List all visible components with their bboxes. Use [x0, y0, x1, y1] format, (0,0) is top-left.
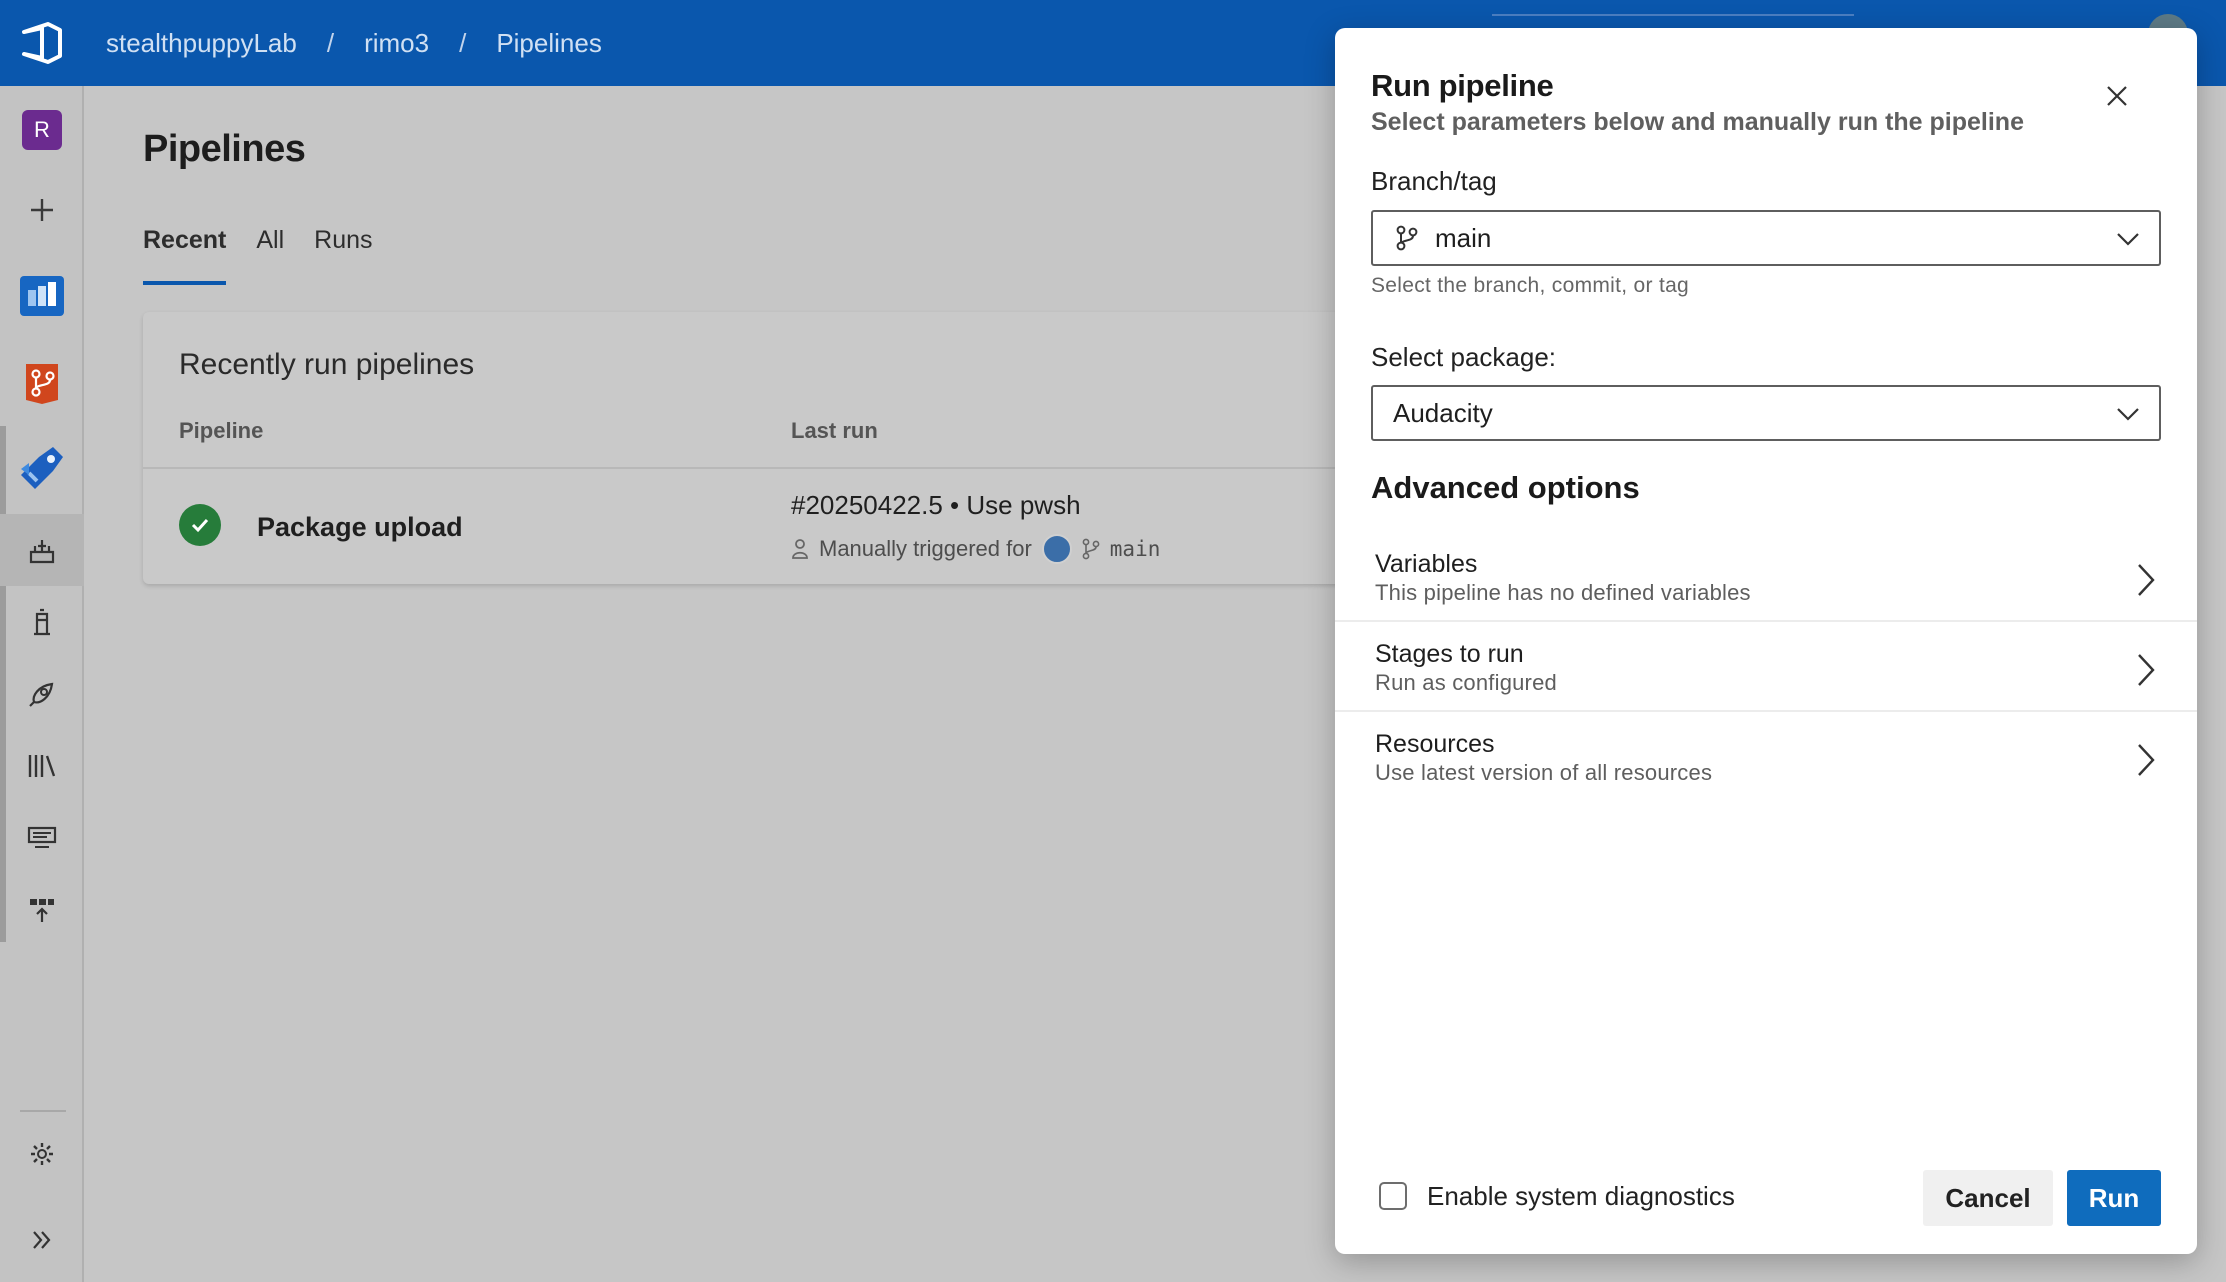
- nav-library[interactable]: [0, 730, 84, 802]
- breadcrumb-separator: /: [459, 27, 467, 58]
- chevron-right-icon: [2138, 564, 2155, 596]
- pipeline-name[interactable]: Package upload: [257, 512, 463, 543]
- nav-task-groups[interactable]: [0, 802, 84, 874]
- pipelines-list-icon: [29, 540, 55, 564]
- breadcrumb-separator: /: [326, 27, 335, 58]
- diagnostics-checkbox[interactable]: [1379, 1182, 1407, 1210]
- deployment-groups-icon: [30, 899, 54, 922]
- trigger-text: Manually triggered for: [819, 536, 1032, 561]
- table-divider: [143, 467, 1343, 469]
- project-settings-button[interactable]: [0, 1118, 84, 1190]
- option-variables[interactable]: Variables This pipeline has no defined v…: [1335, 534, 2197, 622]
- repos-icon: [26, 364, 58, 404]
- run-button[interactable]: Run: [2067, 1170, 2161, 1226]
- tab-runs[interactable]: Runs: [314, 226, 372, 271]
- breadcrumb-project[interactable]: rimo3: [364, 28, 429, 59]
- run-name[interactable]: #20250422.5 • Use pwsh: [791, 490, 1081, 521]
- diagnostics-label[interactable]: Enable system diagnostics: [1427, 1181, 1735, 1212]
- success-status-icon: [179, 504, 221, 546]
- pipeline-tabs: Recent All Runs: [143, 226, 373, 285]
- option-stages-to-run[interactable]: Stages to run Run as configured: [1335, 624, 2197, 712]
- cancel-button[interactable]: Cancel: [1923, 1170, 2053, 1226]
- search-box[interactable]: [1492, 14, 1854, 24]
- nav-environments[interactable]: [0, 586, 84, 658]
- nav-repos[interactable]: [0, 346, 84, 418]
- plus-icon: [31, 199, 53, 221]
- option-resources[interactable]: Resources Use latest version of all reso…: [1335, 714, 2197, 802]
- library-icon: [28, 755, 56, 777]
- nav-releases[interactable]: [0, 658, 84, 730]
- package-value: Audacity: [1393, 397, 1493, 428]
- boards-icon: [20, 276, 64, 316]
- dialog-title: Run pipeline: [1371, 68, 1554, 103]
- option-title: Stages to run: [1375, 640, 1524, 668]
- tab-recent[interactable]: Recent: [143, 226, 227, 285]
- card-title: Recently run pipelines: [179, 348, 475, 381]
- branch-dropdown[interactable]: main: [1371, 210, 2161, 266]
- nav-boards[interactable]: [0, 260, 84, 332]
- nav-deployment-groups[interactable]: [0, 874, 84, 946]
- chevron-down-icon: [2117, 233, 2139, 246]
- branch-value: main: [1435, 222, 1492, 253]
- branch-icon: [1396, 225, 1418, 251]
- branch-icon: [1082, 538, 1100, 560]
- pipelines-icon: [21, 447, 63, 489]
- package-dropdown[interactable]: Audacity: [1371, 385, 2161, 441]
- project-avatar: R: [22, 110, 62, 150]
- dialog-subtitle: Select parameters below and manually run…: [1371, 108, 2024, 136]
- page-title: Pipelines: [143, 128, 306, 170]
- breadcrumb: stealthpuppyLab / rimo3 / Pipelines: [106, 0, 602, 86]
- option-title: Variables: [1375, 550, 1478, 578]
- option-title: Resources: [1375, 730, 1495, 758]
- branch-name: main: [1109, 537, 1161, 561]
- nav-pipelines[interactable]: [0, 432, 84, 504]
- option-description: Use latest version of all resources: [1375, 760, 1713, 785]
- task-groups-icon: [27, 826, 57, 848]
- run-meta: Manually triggered for main: [791, 534, 1160, 564]
- breadcrumb-org[interactable]: stealthpuppyLab: [106, 28, 297, 59]
- option-description: This pipeline has no defined variables: [1375, 580, 1751, 605]
- nav-pipelines-list[interactable]: [0, 514, 84, 586]
- close-button[interactable]: [2093, 72, 2141, 120]
- user-avatar: [1041, 534, 1072, 564]
- branch-helper-text: Select the branch, commit, or tag: [1371, 274, 1690, 297]
- person-icon: [792, 539, 808, 559]
- expand-chevrons-icon: [33, 1231, 51, 1249]
- recent-pipelines-card: Recently run pipelines Pipeline Last run…: [143, 312, 1343, 584]
- releases-icon: [29, 682, 54, 707]
- chevron-down-icon: [2117, 408, 2139, 421]
- expand-rail-button[interactable]: [0, 1204, 84, 1276]
- package-label: Select package:: [1371, 342, 1557, 372]
- project-button[interactable]: R: [0, 94, 84, 166]
- option-description: Run as configured: [1375, 670, 1557, 695]
- environments-icon: [34, 608, 50, 636]
- column-header-pipeline: Pipeline: [179, 418, 264, 443]
- tab-all[interactable]: All: [256, 226, 284, 271]
- advanced-options-heading: Advanced options: [1371, 470, 1640, 505]
- run-pipeline-dialog: Run pipeline Select parameters below and…: [1335, 28, 2197, 1254]
- settings-gear-icon: [31, 1143, 53, 1165]
- chevron-right-icon: [2138, 744, 2155, 776]
- chevron-right-icon: [2138, 654, 2155, 686]
- left-navigation-rail: R: [0, 86, 84, 1282]
- azure-devops-logo-icon[interactable]: [20, 20, 66, 66]
- close-icon: [2107, 86, 2127, 106]
- branch-label: Branch/tag: [1371, 166, 1497, 196]
- rail-divider: [20, 1110, 66, 1112]
- column-header-last-run: Last run: [791, 418, 878, 443]
- new-item-button[interactable]: [0, 174, 84, 246]
- breadcrumb-page[interactable]: Pipelines: [496, 28, 602, 59]
